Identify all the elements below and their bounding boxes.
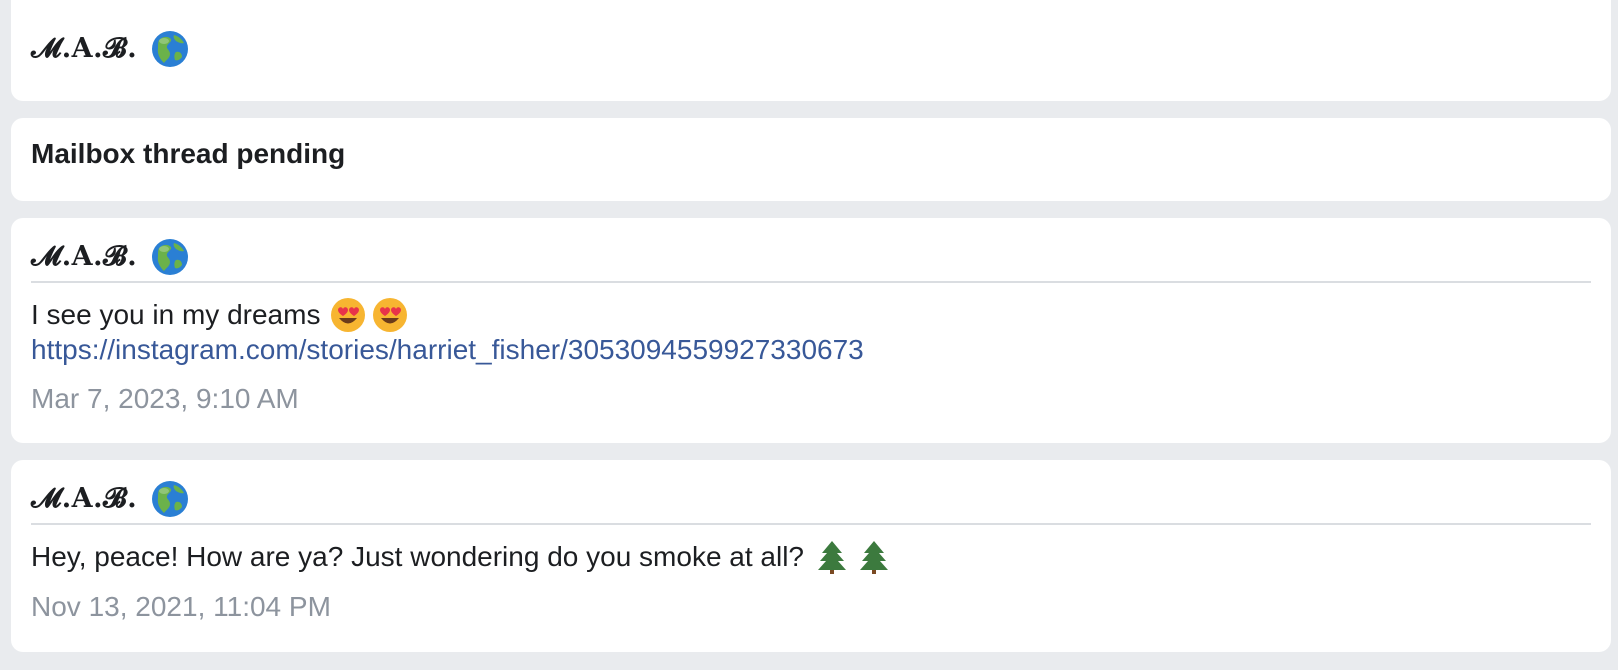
message-card: 𝓜.𝐀.𝓑. Hey, peace! How are ya? Just wond… xyxy=(11,460,1611,652)
message-card: 𝓜.𝐀.𝓑. I see you in my dreams https://in… xyxy=(11,218,1611,443)
sender-name: 𝓜.𝐀.𝓑. xyxy=(31,483,138,514)
globe-americas-icon xyxy=(152,239,189,275)
evergreen-tree-emoji-icon xyxy=(818,541,847,574)
sender-name: 𝓜.𝐀.𝓑. xyxy=(31,241,138,272)
message-text: Hey, peace! How are ya? Just wondering d… xyxy=(31,541,805,572)
globe-americas-icon xyxy=(152,31,189,67)
heart-eyes-emoji-icon xyxy=(331,298,366,332)
globe-americas-icon xyxy=(152,481,189,517)
message-body: Hey, peace! How are ya? Just wondering d… xyxy=(31,539,1591,575)
thread-status-title: Mailbox thread pending xyxy=(31,138,346,169)
evergreen-tree-emoji-icon xyxy=(860,541,889,574)
message-timestamp: Mar 7, 2023, 9:10 AM xyxy=(31,383,299,414)
participant-name: 𝓜.𝐀.𝓑. xyxy=(31,33,138,64)
thread-status-card: Mailbox thread pending xyxy=(11,118,1611,201)
message-body: I see you in my dreams xyxy=(31,297,1591,333)
message-timestamp: Nov 13, 2021, 11:04 PM xyxy=(31,591,331,622)
message-text: I see you in my dreams xyxy=(31,299,321,330)
message-sender: 𝓜.𝐀.𝓑. xyxy=(31,237,1591,283)
thread-participant: 𝓜.𝐀.𝓑. xyxy=(31,29,1591,69)
message-sender: 𝓜.𝐀.𝓑. xyxy=(31,479,1591,525)
thread-header-card: 𝓜.𝐀.𝓑. xyxy=(11,0,1611,101)
heart-eyes-emoji-icon xyxy=(373,298,408,332)
story-link[interactable]: https://instagram.com/stories/harriet_fi… xyxy=(31,333,1591,367)
